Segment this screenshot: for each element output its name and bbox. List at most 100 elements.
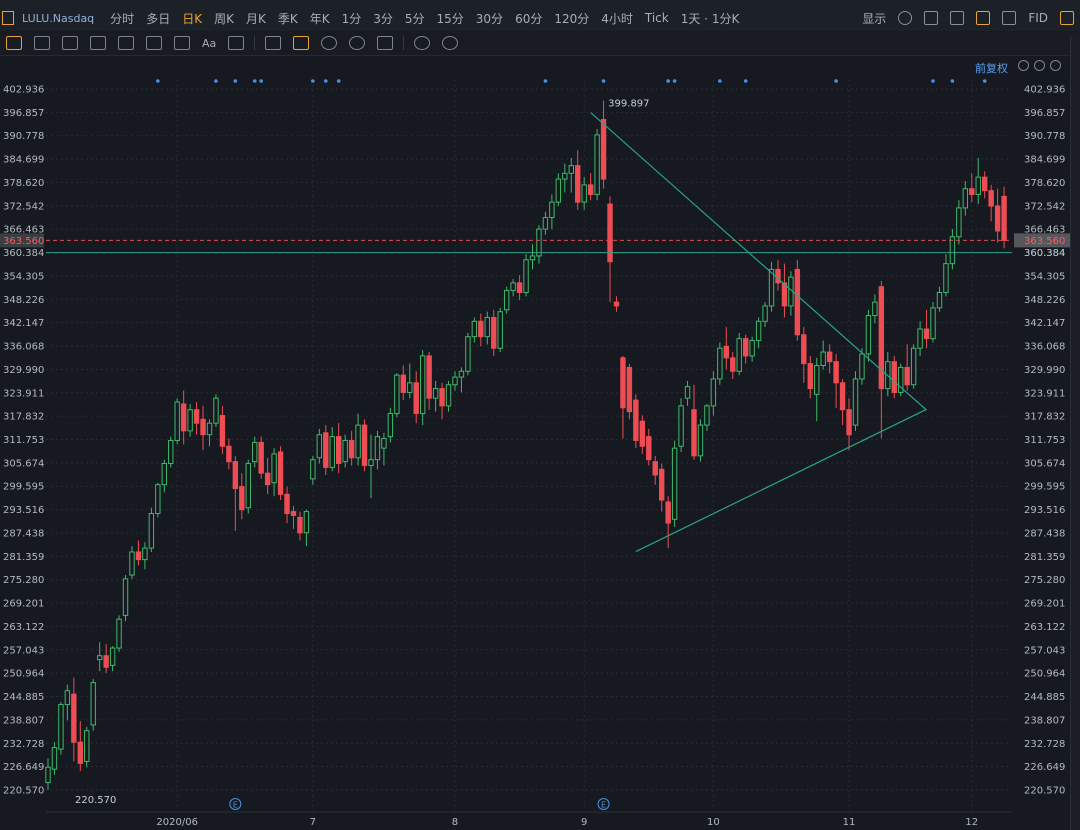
candle[interactable] — [646, 428, 652, 466]
candle[interactable] — [122, 575, 129, 622]
candle[interactable] — [923, 309, 930, 349]
candle[interactable] — [413, 371, 419, 424]
candle[interactable] — [103, 644, 109, 674]
candle[interactable] — [297, 511, 303, 541]
candle[interactable] — [387, 407, 394, 443]
candle[interactable] — [775, 259, 781, 291]
candle[interactable] — [361, 419, 368, 472]
event-dot-marker[interactable] — [666, 79, 670, 83]
candle[interactable] — [478, 313, 484, 347]
candle[interactable] — [717, 342, 723, 385]
candle[interactable] — [562, 163, 568, 193]
candle[interactable] — [555, 173, 562, 206]
candle[interactable] — [943, 254, 949, 297]
candle[interactable] — [187, 403, 193, 437]
candle[interactable] — [471, 317, 478, 343]
candle[interactable] — [671, 440, 678, 527]
candle[interactable] — [839, 378, 846, 426]
candle[interactable] — [71, 677, 77, 762]
candle[interactable] — [930, 302, 936, 343]
candle[interactable] — [303, 509, 310, 547]
candle[interactable] — [232, 455, 239, 531]
candle[interactable] — [51, 742, 58, 775]
candle[interactable] — [155, 482, 161, 518]
candle[interactable] — [820, 340, 826, 370]
candle[interactable] — [878, 280, 885, 439]
candle[interactable] — [445, 380, 452, 412]
candle[interactable] — [807, 355, 813, 399]
candle[interactable] — [426, 352, 432, 410]
candle[interactable] — [723, 327, 729, 370]
candle[interactable] — [96, 642, 103, 672]
candle[interactable] — [180, 390, 187, 445]
candle[interactable] — [697, 419, 704, 462]
candle[interactable] — [491, 309, 497, 356]
candle[interactable] — [129, 546, 135, 579]
candle[interactable] — [814, 357, 820, 422]
candle[interactable] — [956, 200, 962, 245]
candle[interactable] — [762, 302, 768, 328]
candle[interactable] — [898, 363, 904, 397]
candle[interactable] — [801, 327, 807, 383]
event-dot-marker[interactable] — [252, 79, 257, 83]
candle[interactable] — [45, 758, 51, 790]
candle[interactable] — [736, 332, 742, 376]
trendline[interactable] — [590, 112, 927, 411]
candle[interactable] — [239, 473, 245, 520]
candle[interactable] — [749, 336, 755, 362]
candle[interactable] — [432, 380, 439, 412]
event-dot-marker[interactable] — [311, 79, 315, 83]
event-dot-marker[interactable] — [323, 79, 328, 83]
candle[interactable] — [936, 286, 943, 312]
candle[interactable] — [271, 448, 277, 497]
candle[interactable] — [168, 436, 174, 468]
candle[interactable] — [620, 355, 626, 439]
event-dot-marker[interactable] — [543, 79, 548, 83]
event-dot-marker[interactable] — [601, 79, 606, 83]
candle[interactable] — [652, 455, 658, 485]
event-dot-marker[interactable] — [336, 79, 341, 83]
candle[interactable] — [788, 271, 794, 316]
candle[interactable] — [200, 405, 206, 451]
candle[interactable] — [174, 398, 180, 445]
event-dot-marker[interactable] — [233, 79, 238, 83]
candle[interactable] — [348, 430, 355, 466]
candle[interactable] — [969, 173, 975, 203]
candle[interactable] — [988, 184, 994, 222]
candle[interactable] — [355, 413, 361, 466]
candle[interactable] — [329, 427, 335, 472]
candle[interactable] — [258, 436, 264, 479]
candle[interactable] — [394, 373, 400, 418]
event-dot-marker[interactable] — [834, 79, 838, 83]
candle[interactable] — [109, 646, 116, 672]
candle[interactable] — [781, 263, 788, 318]
event-dot-marker[interactable] — [982, 79, 987, 83]
candle[interactable] — [77, 721, 83, 772]
candle[interactable] — [1001, 186, 1007, 249]
candle[interactable] — [277, 446, 284, 501]
candle[interactable] — [962, 181, 969, 216]
candle[interactable] — [659, 463, 665, 512]
candle[interactable] — [742, 334, 749, 364]
candle[interactable] — [484, 311, 490, 345]
candle[interactable] — [419, 350, 426, 426]
candle[interactable] — [665, 496, 671, 549]
candle[interactable] — [917, 321, 923, 356]
candle[interactable] — [794, 259, 801, 341]
candle[interactable] — [626, 363, 633, 420]
candle[interactable] — [891, 355, 897, 399]
candle[interactable] — [497, 307, 503, 353]
candle[interactable] — [219, 405, 226, 454]
candle[interactable] — [516, 275, 523, 301]
candle[interactable] — [84, 726, 90, 768]
candle[interactable] — [633, 394, 639, 449]
candle[interactable] — [846, 398, 852, 451]
candle[interactable] — [594, 129, 600, 201]
candle[interactable] — [368, 434, 374, 499]
candle[interactable] — [510, 279, 516, 297]
candle[interactable] — [323, 425, 329, 476]
candlestick-chart[interactable]: 363.560363.560360.384 402.936 402.936396.… — [0, 0, 1070, 830]
candle[interactable] — [607, 196, 613, 303]
candle[interactable] — [161, 459, 167, 493]
candle[interactable] — [374, 430, 381, 470]
